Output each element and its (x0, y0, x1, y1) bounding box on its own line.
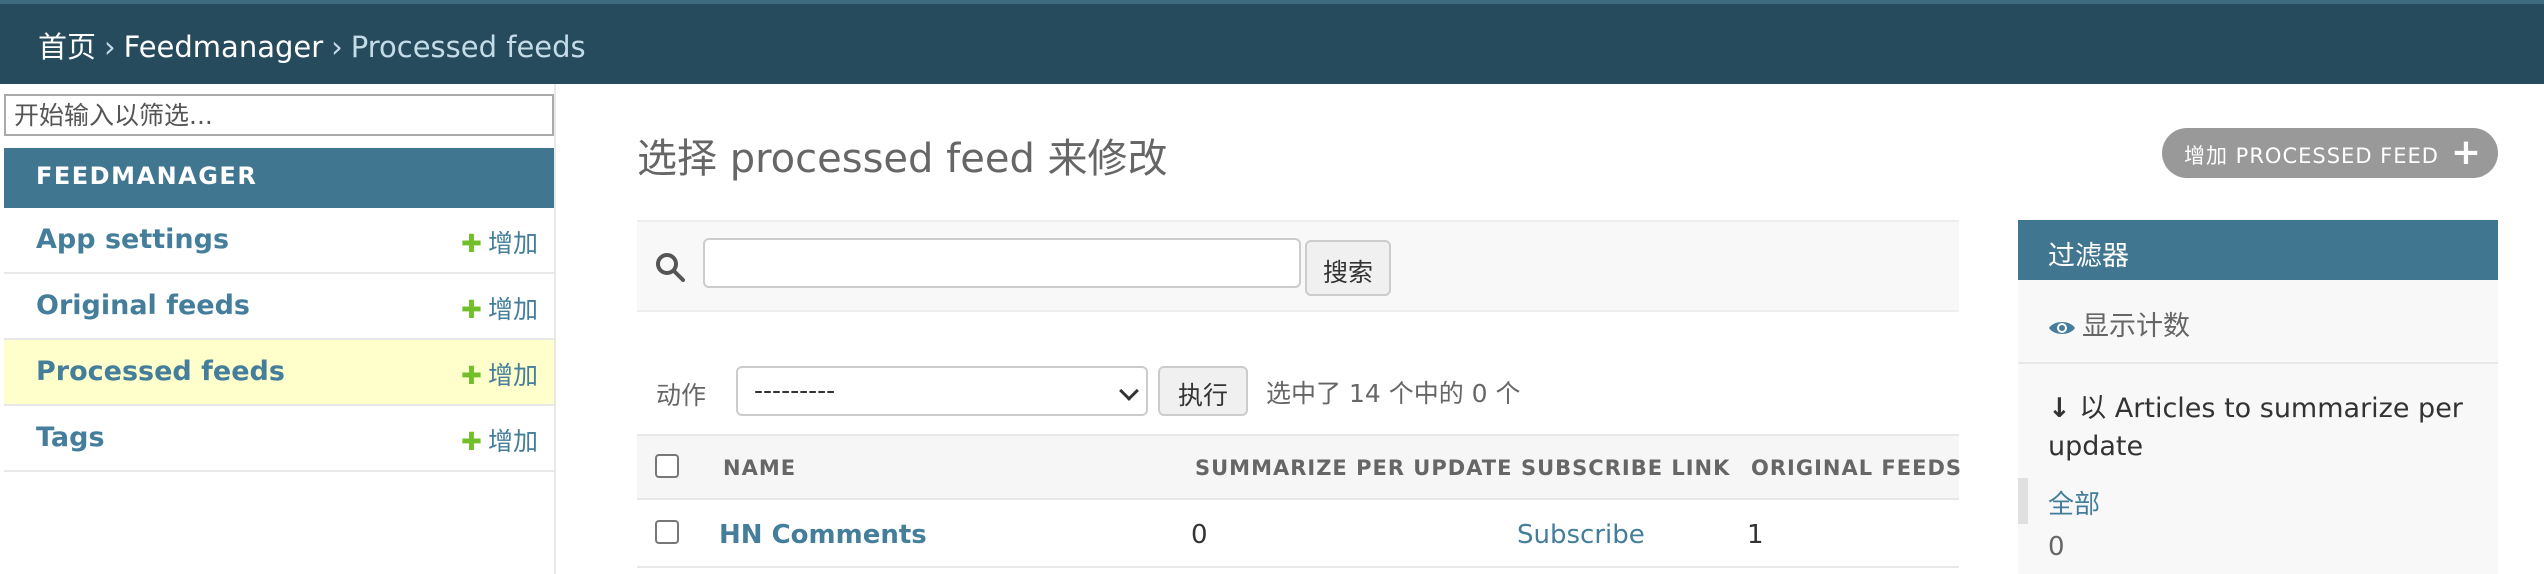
arrow-down-icon: ↓ (2048, 393, 2071, 424)
search-input[interactable] (703, 238, 1301, 288)
column-header-subscribe-link[interactable]: SUBSCRIBE LINK (1521, 456, 1730, 480)
plus-icon: ✚ (461, 295, 482, 324)
show-counts-label: 显示计数 (2082, 311, 2190, 342)
add-processed-feed-button[interactable]: 增加 PROCESSED FEED + (2162, 128, 2498, 178)
breadcrumb-separator: › (331, 30, 343, 64)
table-header: NAME SUMMARIZE PER UPDATE SUBSCRIBE LINK… (637, 434, 1962, 500)
sidebar-item-processed-feeds: Processed feeds ✚ 增加 (4, 340, 554, 406)
sidebar-add-link[interactable]: ✚ 增加 (461, 224, 538, 260)
run-action-button[interactable]: 执行 (1158, 366, 1248, 416)
add-label: 增加 (487, 229, 538, 258)
page-title: 选择 processed feed 来修改 (637, 136, 1168, 182)
filter-option-count: 0 (2048, 532, 2065, 562)
sidebar-item-original-feeds: Original feeds ✚ 增加 (4, 274, 554, 340)
row-name-link[interactable]: HN Comments (719, 520, 927, 550)
sidebar-item-label[interactable]: App settings (36, 224, 229, 255)
column-header-summarize-per-update[interactable]: SUMMARIZE PER UPDATE (1195, 456, 1512, 480)
column-header-name[interactable]: NAME (723, 456, 796, 480)
filter-option-all[interactable]: 全部 (2048, 484, 2100, 521)
add-button-label: 增加 PROCESSED FEED (2184, 144, 2439, 168)
breadcrumb-separator: › (104, 30, 116, 64)
row-original-feeds: 1 (1747, 520, 1764, 550)
eye-icon (2049, 321, 2075, 334)
plus-icon: ✚ (461, 229, 482, 258)
filter-panel: 过滤器 显示计数 ↓ 以 Articles to summarize per u… (2018, 220, 2498, 574)
module-caption-feedmanager[interactable]: FEEDMANAGER (4, 148, 554, 208)
plus-icon: ✚ (461, 361, 482, 390)
breadcrumb-current: Processed feeds (350, 30, 586, 64)
filter-title: 过滤器 (2018, 220, 2498, 280)
breadcrumb-app-link[interactable]: Feedmanager (124, 30, 324, 64)
row-checkbox[interactable] (655, 520, 679, 544)
add-label: 增加 (487, 295, 538, 324)
select-all-checkbox[interactable] (655, 454, 679, 478)
site-header: 首页 › Feedmanager › Processed feeds (0, 0, 2544, 84)
sidebar-item-label[interactable]: Tags (36, 422, 105, 453)
add-label: 增加 (487, 427, 538, 456)
filter-divider (2018, 362, 2498, 364)
search-icon (656, 253, 685, 282)
actions-label: 动作 (656, 381, 707, 410)
search-button[interactable]: 搜索 (1305, 240, 1391, 296)
breadcrumb: 首页 › Feedmanager › Processed feeds (38, 24, 586, 66)
chevron-down-icon (1119, 381, 1139, 401)
sidebar-item-label[interactable]: Processed feeds (36, 356, 285, 387)
selected-count: 选中了 14 个中的 0 个 (1266, 379, 1521, 408)
nav-sidebar: FEEDMANAGER App settings ✚增加 Original fe… (0, 84, 556, 574)
action-select[interactable]: --------- (736, 366, 1148, 416)
sidebar-add-link[interactable]: ✚ 增加 (461, 356, 538, 392)
sidebar-item-label[interactable]: Original feeds (36, 290, 250, 321)
filter-heading: ↓ 以 Articles to summarize per update (2048, 390, 2488, 466)
show-counts-toggle[interactable]: 显示计数 (2048, 304, 2190, 343)
sidebar-add-link[interactable]: ✚ 增加 (461, 290, 538, 326)
sidebar-item-tags: Tags ✚ 增加 (4, 406, 554, 472)
sidebar-item-app-settings: App settings ✚ 增加 (4, 208, 554, 274)
plus-icon: ✚ (461, 427, 482, 456)
add-label: 增加 (487, 361, 538, 390)
plus-icon: + (2450, 132, 2482, 173)
table-row: HN Comments 0 Subscribe 1 (637, 500, 1959, 568)
search-toolbar: 搜索 (637, 220, 1959, 312)
nav-filter-input[interactable] (4, 94, 554, 136)
filter-heading-label: 以 Articles to summarize per update (2048, 393, 2463, 462)
action-select-value: --------- (754, 376, 836, 405)
sidebar-add-link[interactable]: ✚ 增加 (461, 422, 538, 458)
filter-selected-indicator (2018, 478, 2028, 524)
row-summarize-per-update: 0 (1191, 520, 1208, 550)
breadcrumb-home-link[interactable]: 首页 (38, 30, 96, 64)
row-subscribe-link[interactable]: Subscribe (1517, 520, 1645, 550)
column-header-original-feeds[interactable]: ORIGINAL FEEDS (1751, 456, 1962, 480)
